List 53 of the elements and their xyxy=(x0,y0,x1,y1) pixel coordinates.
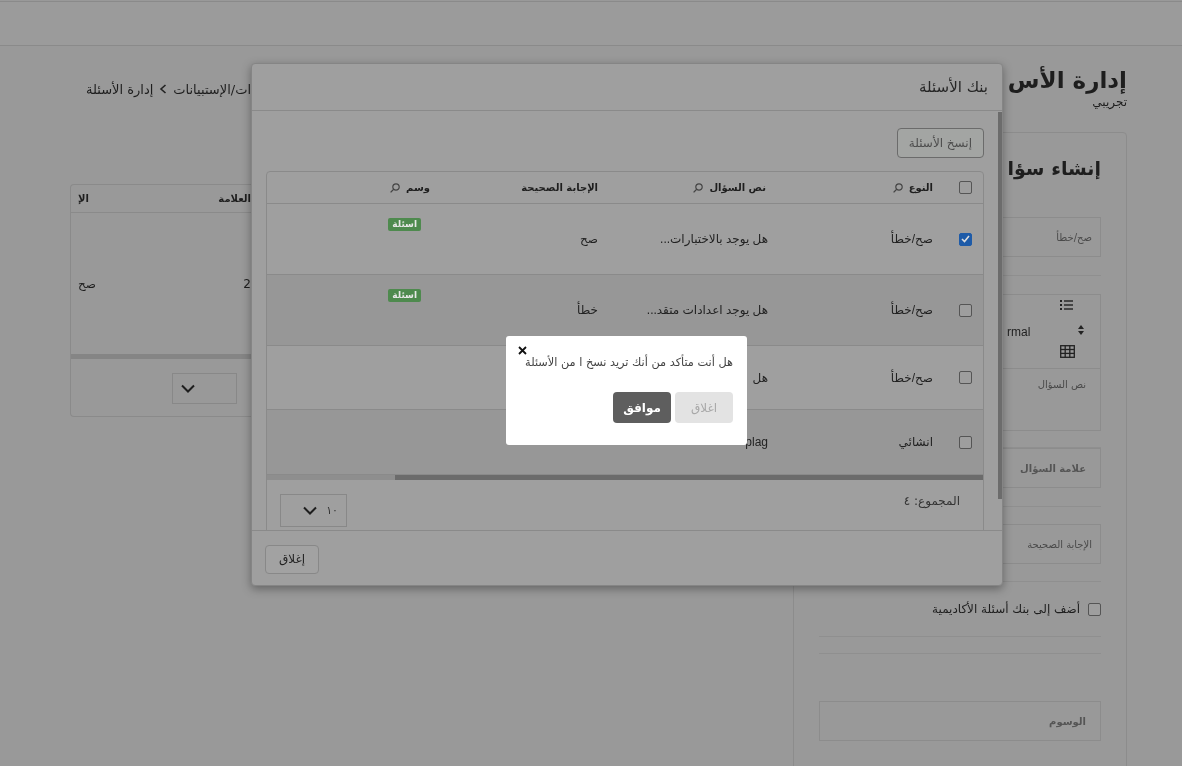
dialog-title: بنك الأسئلة xyxy=(252,64,1002,111)
column-header: نص السؤال xyxy=(709,182,766,193)
row-checkbox[interactable] xyxy=(958,371,972,384)
confirm-message: هل أنت متأكد من أنك تريد نسخ ا من الأسئلة xyxy=(524,356,733,369)
page-size-value: ١٠ xyxy=(326,504,338,517)
bullet-list-icon[interactable] xyxy=(1060,299,1074,311)
total-count: المجموع: ٤ xyxy=(903,494,960,508)
table-cell: plag xyxy=(745,435,768,449)
column-header: النوع xyxy=(908,182,933,193)
table-cell: 2 xyxy=(243,276,251,291)
tag-label: اسئلة xyxy=(388,289,421,302)
search-icon[interactable] xyxy=(390,182,401,193)
page-subtitle: تجريبي xyxy=(1092,95,1127,109)
tag-label: اسئلة xyxy=(388,218,421,231)
copy-questions-button[interactable]: إنسخ الأسئلة xyxy=(896,128,984,158)
page-size-select[interactable]: ١٠ xyxy=(280,494,347,527)
page-title: إدارة الأس xyxy=(1007,66,1127,94)
column-header: وسم xyxy=(406,182,430,193)
chevron-down-icon[interactable] xyxy=(303,506,317,515)
checkmark-icon xyxy=(960,235,970,243)
form-heading: إنشاء سؤا xyxy=(1007,157,1101,179)
table-cell: خطأ xyxy=(577,303,598,317)
chevron-down-icon[interactable] xyxy=(181,384,195,393)
row-checkbox[interactable] xyxy=(958,435,972,449)
table-cell: انشائي xyxy=(898,435,933,449)
style-dropdown[interactable]: rmal xyxy=(1007,325,1047,345)
sort-arrows-icon[interactable] xyxy=(1078,325,1085,335)
table-cell: صح xyxy=(580,232,598,246)
column-header: العلامة xyxy=(218,193,251,204)
search-icon[interactable] xyxy=(693,182,704,193)
breadcrumb-link[interactable]: ات/الإستبيانات xyxy=(173,81,251,97)
table-cell: صح/خطأ xyxy=(890,232,933,246)
table-icon[interactable] xyxy=(1060,345,1076,358)
checkbox-label: أضف إلى بنك أسئلة الأكاديمية xyxy=(932,602,1080,616)
select-all-checkbox[interactable] xyxy=(958,181,972,194)
confirm-button[interactable]: موافق xyxy=(613,392,671,423)
column-header: الإ xyxy=(78,193,89,204)
checkbox[interactable] xyxy=(1088,602,1101,616)
table-cell: هل يوجد اعدادات متقد... xyxy=(646,303,768,317)
close-icon[interactable] xyxy=(518,346,527,355)
close-button[interactable]: إغلاق xyxy=(265,544,320,574)
table-cell: صح/خطأ xyxy=(890,370,933,385)
column-header: الإجابة الصحيحة xyxy=(521,182,598,193)
breadcrumb-link[interactable]: إدارة الأسئلة xyxy=(85,81,154,97)
table-cell: هل يوجد بالاختبارات... xyxy=(660,232,768,246)
table-cell: هل xyxy=(752,370,768,385)
table-cell: صح xyxy=(78,276,96,291)
chevron-left-icon xyxy=(159,84,168,94)
table-cell: صح/خطأ xyxy=(890,303,933,317)
row-checkbox[interactable] xyxy=(958,303,972,317)
search-icon[interactable] xyxy=(892,182,903,193)
row-checkbox[interactable] xyxy=(958,232,972,246)
editor-placeholder: نص السؤال xyxy=(1037,379,1086,390)
